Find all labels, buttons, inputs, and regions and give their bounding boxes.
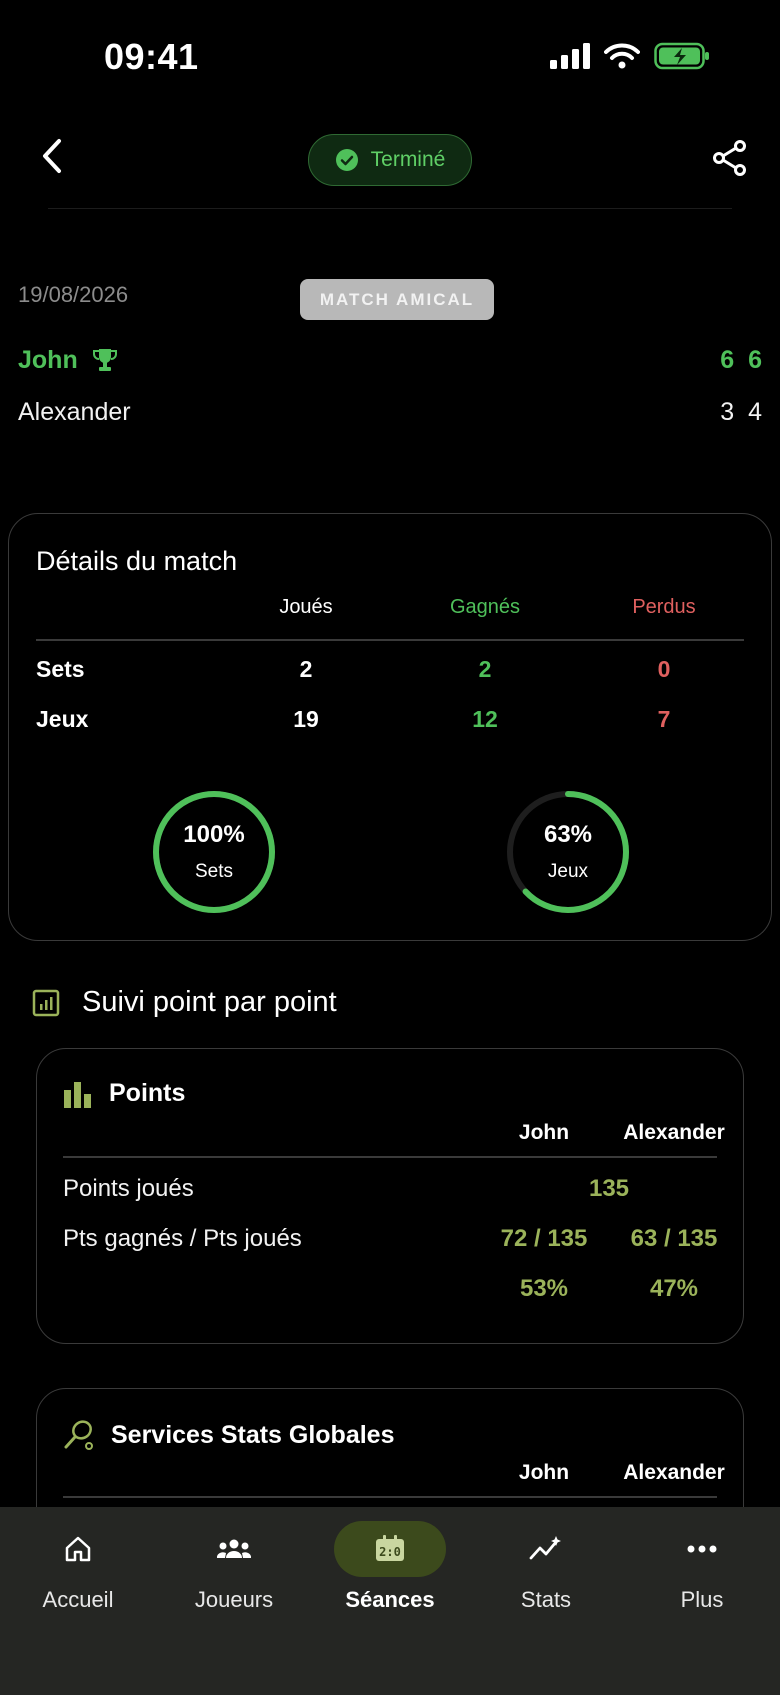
player-scores: 6 6 (720, 346, 762, 375)
tab-label: Stats (520, 1587, 572, 1612)
set-score: 6 (748, 345, 762, 374)
row-label: Pts gagnés / Pts joués (63, 1225, 302, 1252)
tab-joueurs[interactable]: Joueurs (156, 1507, 312, 1627)
bottom-tab-bar: Accueil Joueurs 2:0 Séances Stats Plus (0, 1507, 780, 1695)
header-divider (48, 208, 732, 209)
points-percent-row: 53% 47% (63, 1275, 717, 1309)
divider (36, 639, 744, 641)
players-icon (216, 1539, 252, 1558)
points-percent-value: 53% (519, 1275, 569, 1302)
header-won: Gagnés (449, 596, 521, 618)
points-won-value: 72 / 135 (500, 1225, 588, 1252)
chart-box-icon (32, 989, 60, 1016)
points-won-value: 63 / 135 (630, 1225, 718, 1252)
player-name: Alexander (18, 397, 131, 426)
player-column-header: John (518, 1461, 570, 1484)
ring-label: Jeux (547, 861, 589, 882)
won-value: 2 (478, 656, 492, 682)
sets-progress-ring: 100% Sets (151, 789, 277, 915)
played-value: 19 (293, 706, 319, 732)
scoreboard-icon: 2:0 (376, 1535, 404, 1561)
played-value: 2 (299, 656, 313, 682)
player-scores: 3 4 (720, 398, 762, 427)
share-icon (713, 140, 746, 176)
row-label: Jeux (36, 706, 89, 732)
header-lost: Perdus (632, 596, 696, 618)
points-percent-value: 47% (649, 1275, 699, 1302)
won-value: 12 (472, 706, 498, 732)
status-time: 09:41 (104, 36, 199, 77)
tab-label: Joueurs (194, 1587, 274, 1612)
details-row-games: Jeux 19 12 7 (36, 706, 744, 742)
status-label: Terminé (370, 148, 446, 171)
wifi-icon (604, 43, 640, 69)
points-header-row: John Alexander (63, 1121, 725, 1151)
set-score: 6 (720, 345, 735, 374)
back-button[interactable] (30, 134, 74, 178)
tab-stats[interactable]: Stats (468, 1507, 624, 1627)
tennis-racket-icon (64, 1420, 93, 1450)
trophy-icon (92, 349, 117, 371)
tab-label: Séances (345, 1587, 435, 1612)
tab-accueil[interactable]: Accueil (0, 1507, 156, 1627)
signal-icon (550, 43, 590, 69)
points-played-value: 135 (588, 1175, 630, 1202)
ring-percent: 100% (183, 821, 245, 848)
player-name: John (18, 345, 78, 374)
match-details-card: Détails du match Joués Gagnés Perdus Set… (8, 513, 772, 941)
details-row-sets: Sets 2 2 0 (36, 656, 744, 692)
details-header-row: Joués Gagnés Perdus (36, 596, 744, 626)
tab-plus[interactable]: Plus (624, 1507, 780, 1627)
set-score: 3 (720, 397, 735, 426)
check-circle-icon (335, 149, 358, 171)
ring-percent: 63% (543, 821, 593, 848)
row-label: Sets (36, 656, 85, 682)
divider (63, 1156, 717, 1158)
set-score: 4 (748, 397, 762, 426)
games-progress-ring: 63% Jeux (505, 789, 631, 915)
svg-text:2:0: 2:0 (379, 1545, 401, 1559)
header-played: Joués (279, 596, 333, 618)
ring-label: Sets (194, 861, 234, 882)
section-point-tracking: Suivi point par point (32, 986, 337, 1019)
player-column-header: Alexander (623, 1461, 725, 1484)
battery-icon (654, 42, 709, 70)
match-date: 19/08/2026 (18, 282, 129, 307)
player-row-winner: John 6 6 (18, 340, 762, 380)
card-title: Détails du match (36, 546, 238, 576)
tab-seances[interactable]: 2:0 Séances (312, 1507, 468, 1627)
row-label: Points joués (63, 1175, 194, 1202)
card-title: Services Stats Globales (111, 1420, 395, 1449)
points-played-row: Points joués 135 (63, 1175, 717, 1209)
status-icons (550, 42, 710, 70)
home-icon (65, 1536, 91, 1562)
top-bar: Terminé (0, 120, 780, 210)
player-column-header: Alexander (623, 1121, 725, 1144)
tab-label: Accueil (42, 1587, 114, 1612)
points-won-row: Pts gagnés / Pts joués 72 / 135 63 / 135 (63, 1225, 717, 1259)
section-title: Suivi point par point (82, 986, 337, 1018)
stats-icon (529, 1536, 561, 1560)
divider (63, 1496, 717, 1498)
status-bar: 09:41 (0, 0, 780, 110)
lost-value: 0 (657, 656, 671, 682)
services-header-row: John Alexander (63, 1461, 725, 1491)
match-status-badge: Terminé (308, 134, 472, 186)
match-type-badge: MATCH AMICAL (300, 279, 494, 320)
card-title: Points (109, 1079, 186, 1107)
tab-label: Plus (680, 1587, 724, 1612)
lost-value: 7 (657, 706, 671, 732)
more-icon (687, 1545, 717, 1553)
player-column-header: John (518, 1121, 570, 1144)
player-row-loser: Alexander 3 4 (18, 392, 762, 432)
share-button[interactable] (706, 134, 754, 182)
bar-chart-icon (64, 1081, 91, 1108)
chevron-left-icon (43, 139, 61, 173)
points-card: Points John Alexander Points joués 135 P… (36, 1048, 744, 1344)
